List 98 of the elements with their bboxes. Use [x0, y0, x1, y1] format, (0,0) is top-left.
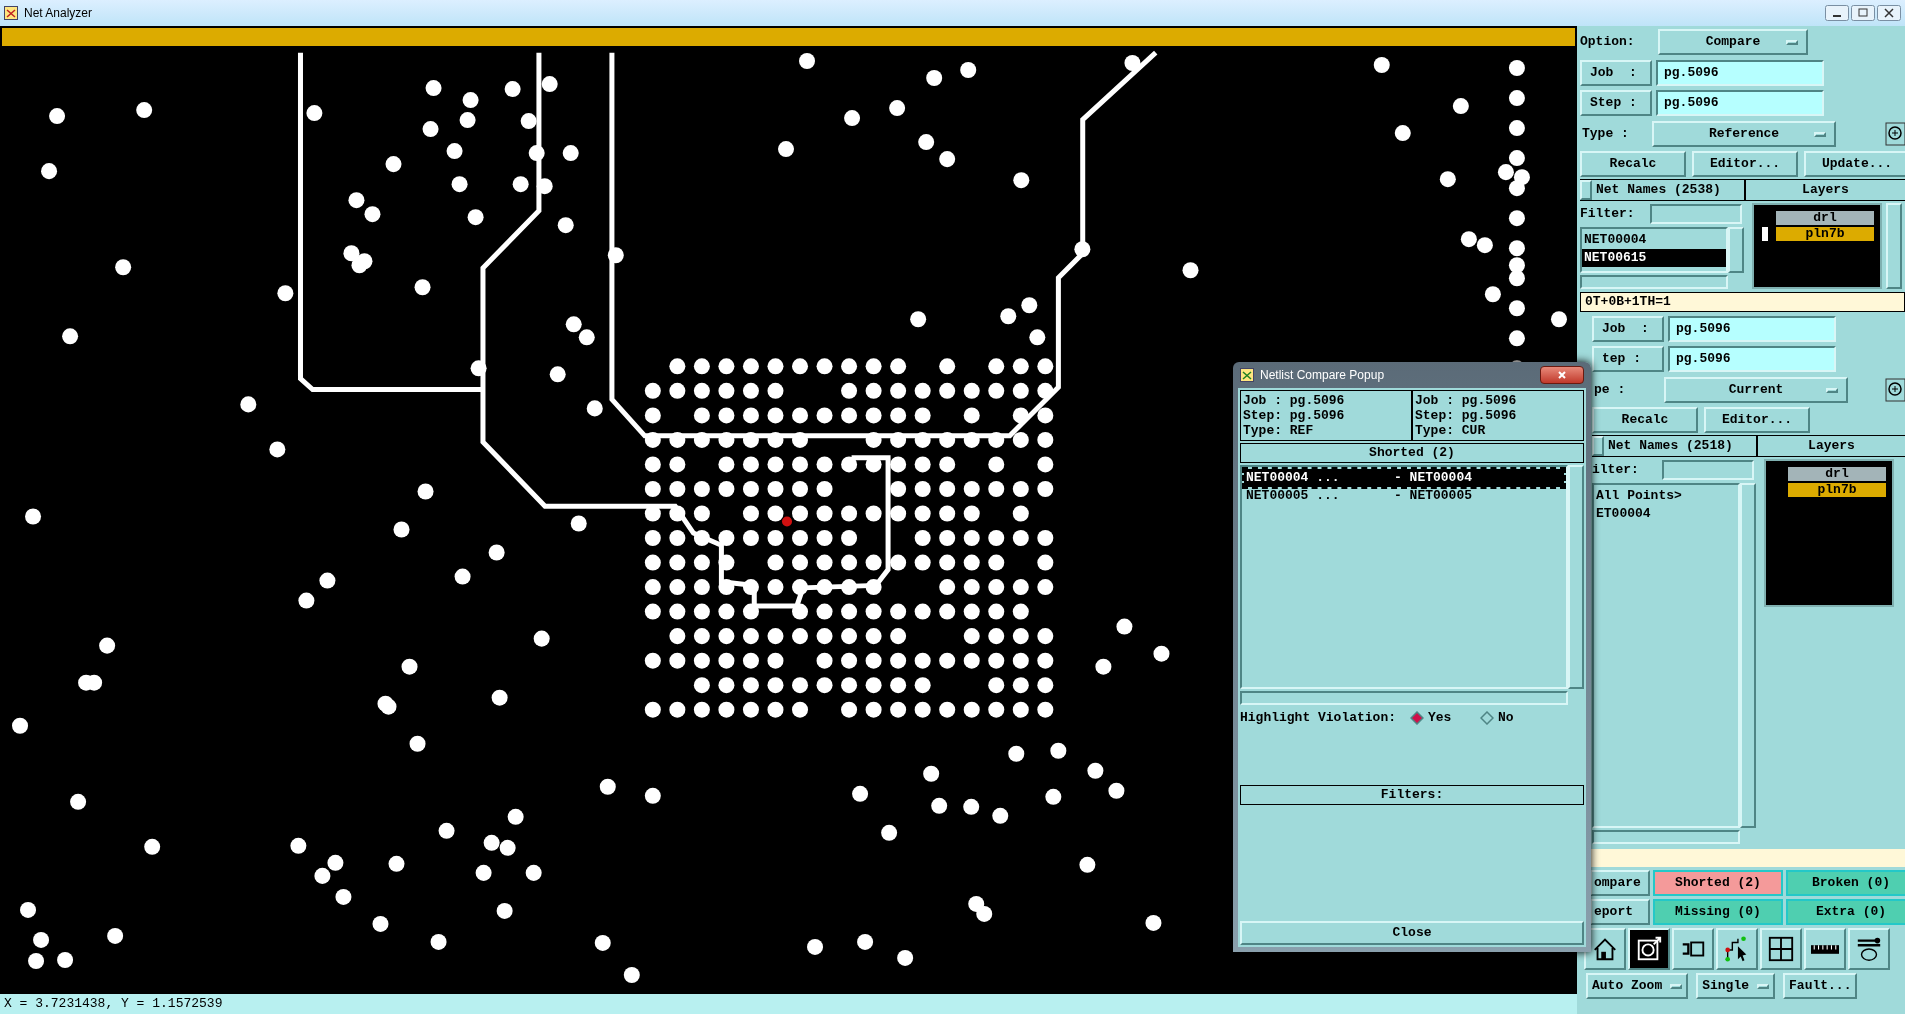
radio-button[interactable] — [1480, 711, 1494, 725]
net-item[interactable]: NET00615 — [1582, 249, 1726, 267]
filter-label: Filter: — [1580, 205, 1636, 224]
panel-button[interactable]: Editor... — [1704, 407, 1810, 433]
text-field[interactable]: pg.5096 — [1656, 60, 1824, 86]
net-item[interactable]: NET00004 — [1582, 231, 1726, 249]
tool-button[interactable] — [1804, 928, 1846, 970]
expression-bar: 0T+0B+1TH=1 — [1580, 292, 1905, 312]
dropdown-indicator-icon — [1670, 983, 1683, 989]
layer-item[interactable]: drl — [1776, 211, 1874, 225]
info-text: Job : pg.5096 — [1243, 393, 1346, 408]
dropdown-indicator-icon — [1814, 131, 1826, 137]
layers-header: Layers — [1801, 181, 1850, 200]
layers-header: Layers — [1807, 437, 1856, 456]
info-text: Type: CUR — [1415, 423, 1487, 438]
action-button[interactable]: eport — [1590, 899, 1650, 925]
type-dropdown[interactable]: Current — [1664, 377, 1848, 403]
text-field[interactable]: pg.5096 — [1668, 316, 1836, 342]
net-item[interactable]: All Points> — [1594, 487, 1738, 505]
view-dropdown[interactable]: Auto Zoom — [1586, 973, 1689, 999]
ruler-icon — [1811, 944, 1839, 954]
tool-button[interactable] — [1760, 928, 1802, 970]
type-label: Type : — [1581, 125, 1630, 144]
close-icon[interactable] — [1540, 366, 1584, 384]
field-label: Step : — [1580, 90, 1652, 116]
layer-list[interactable]: drl pln7b — [1764, 459, 1894, 607]
layer-item[interactable]: pln7b — [1788, 483, 1886, 497]
net-item[interactable]: ET00004 — [1594, 505, 1738, 523]
filters-header: Filters: — [1240, 785, 1584, 805]
window-title: Net Analyzer — [24, 5, 93, 22]
layer-list[interactable]: drl pln7b — [1752, 203, 1882, 289]
dropdown-indicator-icon — [1757, 983, 1770, 989]
tool-button[interactable] — [1716, 928, 1758, 970]
panel-button[interactable]: Editor... — [1692, 151, 1798, 177]
info-text: Type: REF — [1243, 423, 1315, 438]
panel-button[interactable]: Update... — [1804, 151, 1905, 177]
horizontal-scrollbar[interactable] — [1592, 830, 1740, 844]
field-label: tep : — [1592, 346, 1664, 372]
radio-label: Yes — [1428, 709, 1452, 728]
app-icon — [1240, 368, 1254, 382]
info-text: Step: pg.5096 — [1243, 408, 1346, 423]
result-button[interactable]: Shorted (2) — [1653, 870, 1783, 896]
zoom-in-icon[interactable] — [1885, 122, 1905, 146]
net-list[interactable]: All Points> ET00004 — [1592, 483, 1740, 828]
header-corner — [1580, 180, 1592, 200]
result-button[interactable]: Broken (0) — [1786, 870, 1905, 896]
minimize-icon[interactable] — [1825, 5, 1849, 21]
result-list[interactable]: NET00004 ... - NET00004 NET00005 ... - NET00005 — [1240, 465, 1568, 689]
tool-button[interactable] — [1628, 928, 1670, 970]
scrollbar[interactable] — [1728, 227, 1744, 273]
option-dropdown[interactable]: Compare — [1658, 29, 1808, 55]
scrollbar[interactable] — [1568, 465, 1584, 689]
layer-item[interactable]: pln7b — [1776, 227, 1874, 241]
highlight-label: Highlight Violation: — [1240, 709, 1398, 728]
grid-icon — [1767, 935, 1795, 963]
type-dropdown[interactable]: Reference — [1652, 121, 1836, 147]
net-names-header: Net Names (2538) — [1592, 180, 1746, 200]
scrollbar[interactable] — [1886, 203, 1902, 289]
radio-button[interactable] — [1410, 711, 1424, 725]
text-field[interactable]: pg.5096 — [1656, 90, 1824, 116]
fault-button[interactable]: Fault... — [1783, 973, 1858, 999]
zoom-in-icon[interactable] — [1885, 378, 1905, 402]
close-icon[interactable] — [1877, 5, 1901, 21]
filter-label: ilter: — [1592, 461, 1640, 480]
horizontal-scrollbar[interactable] — [1240, 691, 1568, 705]
text-field[interactable]: pg.5096 — [1668, 346, 1836, 372]
result-button[interactable]: Extra (0) — [1786, 899, 1905, 925]
filter-field[interactable] — [1662, 460, 1754, 480]
tool-button[interactable] — [1672, 928, 1714, 970]
tool-button[interactable] — [1848, 928, 1890, 970]
filter-field[interactable] — [1650, 204, 1742, 224]
app-icon — [4, 6, 18, 20]
popup-title: Netlist Compare Popup — [1260, 367, 1385, 384]
dropdown-indicator-icon — [1826, 387, 1838, 393]
panel-button[interactable]: Recalc — [1592, 407, 1698, 433]
zoom-box-icon — [1635, 935, 1663, 963]
info-text: Step: pg.5096 — [1415, 408, 1518, 423]
radio-label: No — [1498, 709, 1514, 728]
view-dropdown[interactable]: Single — [1696, 973, 1776, 999]
action-button[interactable]: ompare — [1590, 870, 1650, 896]
field-label: Job : — [1580, 60, 1652, 86]
result-button[interactable]: Missing (0) — [1653, 899, 1783, 925]
net-names-header: Net Names (2518) — [1604, 436, 1758, 456]
field-label: Job : — [1592, 316, 1664, 342]
result-row[interactable]: NET00005 ... - NET00005 — [1244, 487, 1564, 505]
coordinates-text: X = 3.7231438, Y = 1.1572539 — [4, 995, 223, 1014]
option-label: Option: — [1580, 33, 1636, 52]
layer-item[interactable]: drl — [1788, 467, 1886, 481]
type-label: pe : — [1593, 381, 1627, 400]
section-header: Shorted (2) — [1240, 443, 1584, 463]
result-row[interactable]: NET00004 ... - NET00004 — [1244, 469, 1564, 487]
info-text: Job : pg.5096 — [1415, 393, 1518, 408]
net-list[interactable]: NET00004 NET00615 — [1580, 227, 1728, 273]
dropdown-indicator-icon — [1786, 39, 1798, 45]
horizontal-scrollbar[interactable] — [1580, 275, 1728, 289]
scrollbar[interactable] — [1740, 483, 1756, 828]
close-button[interactable]: Close — [1240, 921, 1584, 945]
panel-button[interactable]: Recalc — [1580, 151, 1686, 177]
